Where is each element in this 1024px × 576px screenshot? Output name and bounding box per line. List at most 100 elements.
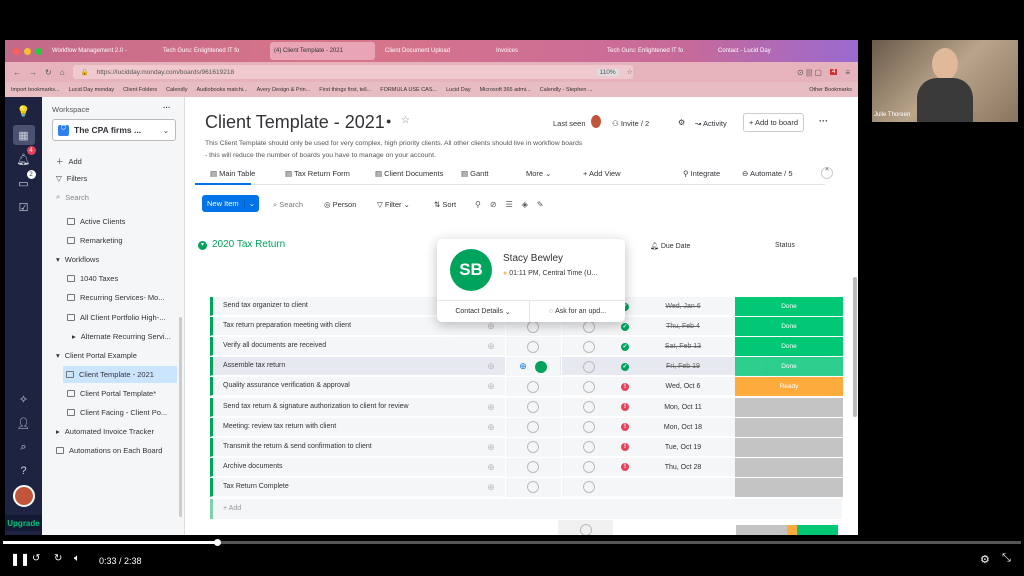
item-name[interactable]: Send tax return & signature authorizatio… [223, 403, 409, 410]
browser-tab[interactable]: Client Document Upload [381, 42, 486, 60]
browser-tab[interactable]: (4) Client Template - 2021 [270, 42, 375, 60]
owner-cell[interactable] [505, 417, 560, 437]
add-update-icon[interactable]: ⊕ [481, 337, 501, 356]
sidebar-item[interactable]: Recurring Services- Mo... [67, 293, 165, 302]
upgrade-button[interactable]: Upgrade [5, 515, 42, 531]
browser-tab[interactable]: Invoices [492, 42, 597, 60]
settings-icon[interactable]: ⚙ [980, 553, 990, 566]
status-cell[interactable]: Done [735, 357, 843, 377]
pin-icon[interactable]: ⚲ [475, 200, 490, 209]
collapse-group-icon[interactable]: ▾ [198, 241, 207, 250]
status-cell[interactable] [735, 417, 843, 437]
due-date-cell[interactable]: Tue, Oct 19 [633, 438, 733, 457]
inbox-icon[interactable]: ▭ 2 [13, 170, 36, 193]
owner-cell[interactable] [505, 337, 560, 357]
add-update-icon[interactable]: ⊕ [481, 418, 501, 437]
new-item-button[interactable]: New Item ⌄ [202, 195, 259, 212]
chevron-down-icon[interactable]: ⌄ [243, 199, 259, 208]
owner-cell[interactable] [505, 477, 560, 497]
due-date-cell[interactable]: Fri, Feb 19 [633, 357, 733, 376]
sidebar-item[interactable]: ▾ Client Portal Example [56, 351, 137, 360]
status-cell[interactable]: Done [735, 337, 843, 357]
sidebar-search[interactable]: ⌕ Search [56, 192, 89, 202]
add-item-row[interactable]: + Add [210, 499, 842, 519]
sidebar-item[interactable]: Client Portal Template* [67, 389, 156, 398]
ask-update-button[interactable]: ◌ Ask for an upd... [530, 301, 625, 322]
reviewer-cell[interactable] [561, 377, 616, 397]
bookmark[interactable]: Calendly - Stephen ... [540, 87, 593, 93]
browser-tab[interactable]: Workflow Management 2.0 - [48, 42, 153, 60]
reviewer-cell[interactable] [561, 337, 616, 357]
workspace-selector[interactable]: ⛉ The CPA firms ... ⌄ [52, 119, 176, 141]
due-date-cell[interactable]: Wed, Jan 6 [633, 297, 733, 316]
contact-details-button[interactable]: Contact Details ⌄ [437, 301, 530, 322]
due-date-cell[interactable]: Mon, Oct 18 [633, 418, 733, 437]
sidebar-item[interactable]: 1040 Taxes [67, 274, 118, 283]
sidebar-scrollbar[interactable] [179, 317, 182, 517]
bookmark[interactable]: Avery Design & Prin... [257, 87, 311, 93]
bookmark[interactable]: First things first, tell... [319, 87, 371, 93]
sidebar-item[interactable]: ▸ Automated Invoice Tracker [56, 427, 154, 436]
info-icon[interactable]: ● [386, 116, 391, 126]
sidebar-item[interactable]: Client Facing - Client Po... [67, 408, 167, 417]
row-height-icon[interactable]: ☰ [506, 200, 522, 209]
reviewer-cell[interactable] [561, 437, 616, 457]
integrations-icon[interactable]: ⚙ [678, 118, 685, 127]
minimize-window-icon[interactable] [24, 47, 31, 55]
sidebar-item[interactable]: Remarketing [67, 236, 123, 245]
due-date-cell[interactable]: Sat, Feb 13 [633, 337, 733, 356]
forward-10-icon[interactable]: ↻ [54, 553, 62, 564]
add-person-icon[interactable]: ⊕ [519, 361, 527, 372]
monday-logo-icon[interactable]: 💡 [13, 101, 35, 121]
add-update-icon[interactable]: ⊕ [481, 478, 501, 497]
rewind-10-icon[interactable]: ↺ [32, 553, 40, 564]
apps-grid-icon[interactable]: ▦ [12, 125, 35, 145]
close-window-icon[interactable] [13, 47, 20, 55]
view-tab[interactable]: ▤ Client Documents [375, 169, 443, 178]
reload-icon[interactable]: ↻ [45, 68, 52, 77]
sidebar-item[interactable]: Active Clients [67, 217, 125, 226]
status-cell[interactable] [735, 477, 843, 497]
reviewer-cell[interactable] [561, 357, 616, 377]
home-icon[interactable]: ⌂ [60, 68, 65, 77]
due-date-cell[interactable]: Wed, Oct 6 [633, 377, 733, 396]
person-filter-button[interactable]: ◎ Person [324, 200, 356, 209]
sort-button[interactable]: ⇅ Sort [434, 200, 456, 209]
table-row[interactable]: Verify all documents are received ⊕ ✓ Sat, … [210, 337, 843, 357]
bookmark[interactable]: Client Folders [123, 87, 157, 93]
puzzle-icon[interactable]: ✧ [13, 389, 35, 409]
seek-handle[interactable] [213, 539, 221, 546]
bookmark[interactable]: Lucid Day [446, 87, 470, 93]
reviewer-cell[interactable] [561, 477, 616, 497]
item-name[interactable]: Assemble tax return [223, 362, 285, 369]
bookmark[interactable]: Import bookmarks... [11, 87, 60, 93]
url-bar[interactable]: 🔒 https://lucidday.monday.com/boards/9616… [72, 65, 633, 79]
table-row[interactable]: Meeting: review tax return with client ⊕!… [210, 417, 843, 437]
invite-user-icon[interactable]: 👤︎ [13, 413, 35, 433]
calendar-check-icon[interactable]: ☑ [13, 197, 35, 217]
view-tab[interactable]: ▤ Gantt [461, 169, 489, 178]
due-date-cell[interactable]: Thu, Oct 28 [633, 458, 733, 477]
sidebar-item[interactable]: Automations on Each Board [56, 446, 162, 455]
activity-button[interactable]: ↝ Activity [695, 119, 727, 128]
extension-badge[interactable]: 4 [829, 69, 838, 75]
due-date-cell[interactable]: Mon, Oct 11 [633, 398, 733, 417]
status-cell[interactable] [735, 457, 843, 477]
bookmark[interactable]: Calendly [166, 87, 187, 93]
reviewer-cell[interactable] [561, 397, 616, 417]
bookmark[interactable]: Microsoft 365 admi... [480, 87, 531, 93]
add-update-icon[interactable]: ⊕ [481, 438, 501, 457]
owner-cell[interactable]: ⊕ [505, 357, 560, 377]
owner-cell[interactable] [505, 457, 560, 477]
item-name[interactable]: Quality assurance verification & approva… [223, 382, 350, 389]
due-date-header[interactable]: 🔔︎ Due Date [650, 242, 690, 250]
status-header[interactable]: Status [775, 242, 795, 249]
collapse-header-icon[interactable]: ^ [821, 167, 833, 179]
search-button[interactable]: ⌕ Search [273, 200, 303, 210]
volume-icon[interactable]: 🔈︎ [74, 553, 80, 564]
pause-icon[interactable]: ❚❚ [10, 552, 30, 566]
owner-cell[interactable] [505, 437, 560, 457]
zoom-level[interactable]: 110% [596, 68, 619, 76]
browser-tab[interactable]: Tech Guru: Enlightened IT fo [603, 42, 708, 60]
back-icon[interactable]: ← [13, 68, 21, 77]
